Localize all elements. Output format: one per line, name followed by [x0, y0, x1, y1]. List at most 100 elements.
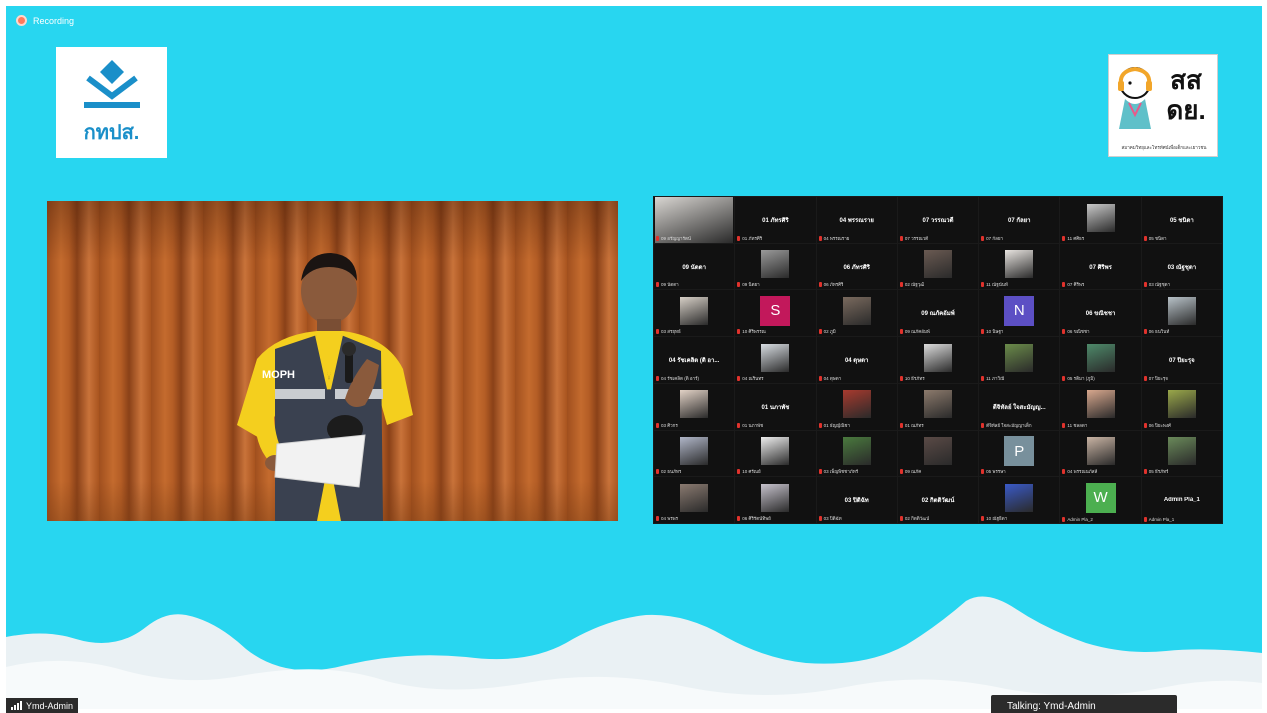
- participant-tile[interactable]: S 10 ศิริพรรณ: [735, 290, 816, 337]
- participant-tile[interactable]: 03 ณัฐชุดา 03 ณัฐชุดา: [1141, 243, 1222, 290]
- participant-video-thumbnail: [1005, 250, 1034, 279]
- participant-tile[interactable]: 09 ณภัคอัมพ์ 09 ณภัคอัมพ์: [897, 290, 979, 337]
- participant-tile[interactable]: 11 ชลลดา: [1060, 383, 1141, 430]
- participant-display-name: 02 กิตติวัฒน์: [921, 498, 955, 505]
- participant-tile[interactable]: 01 ณภัทร: [897, 383, 979, 430]
- participant-label: 01 ณภัทร: [899, 422, 924, 429]
- participant-label-text: 05 พรรษา: [986, 469, 1006, 475]
- participant-label: 09 นัดดา: [656, 281, 679, 288]
- mic-muted-icon: [818, 469, 822, 475]
- participant-tile[interactable]: 04 พรพร: [654, 477, 735, 523]
- participant-tile[interactable]: 04 รัชเคลิต (ดิ อา... 04 รัชเคลิต (ดิ อาร…: [654, 337, 735, 383]
- mic-muted-icon: [818, 235, 822, 241]
- mic-muted-icon: [656, 469, 659, 475]
- participant-tile[interactable]: 07 วรรณวดี 07 วรรณวดี: [897, 197, 979, 243]
- participant-tile[interactable]: W Admin Pla_2: [1060, 477, 1141, 523]
- participant-label: 03 ปิติฉัท: [818, 515, 842, 522]
- participant-tile[interactable]: 02 ธนภัทร: [654, 430, 735, 477]
- participant-tile[interactable]: 04 ณรินทร: [735, 337, 816, 383]
- participant-tile[interactable]: 02 ภูมิ: [816, 290, 897, 337]
- participant-tile[interactable]: 09 ณภัค: [897, 430, 979, 477]
- participant-tile[interactable]: 10 ศรัณย์: [735, 430, 816, 477]
- participant-tile[interactable]: 04 ดุษดา 04 ดุษดา: [816, 337, 897, 383]
- participant-video-thumbnail: [1086, 437, 1115, 466]
- participant-label: Admin Pla_1: [1143, 517, 1175, 522]
- participant-label-text: Admin Pla_1: [1148, 517, 1175, 522]
- recording-indicator[interactable]: Recording: [16, 15, 74, 26]
- participant-tile[interactable]: 04 พรรณนภัสส์: [1060, 430, 1141, 477]
- participant-tile[interactable]: 06 ธนวินท์: [1141, 290, 1222, 337]
- participant-tile[interactable]: 03 เพ็ญพิชชาภัทร์: [816, 430, 897, 477]
- participant-tile[interactable]: 09 อรัญญารัตน์: [654, 197, 735, 243]
- participant-label: 02 กิตติวัฒน์: [899, 515, 929, 522]
- participant-tile[interactable]: 06 ภัทรศิริ 06 ภัทรศิริ: [816, 243, 897, 290]
- participant-display-name: 09 นัดดา: [682, 264, 706, 271]
- participant-tile[interactable]: 03 ศิวกร: [654, 383, 735, 430]
- participant-label-text: 03 ศิวกร: [661, 422, 678, 428]
- participant-video-thumbnail: [761, 343, 790, 372]
- mic-muted-icon: [899, 235, 903, 241]
- mic-muted-icon: [737, 516, 741, 521]
- mic-muted-icon: [818, 516, 822, 521]
- participant-label-text: 06 ภัทรศิริ: [823, 282, 844, 288]
- mic-muted-icon: [899, 375, 903, 381]
- participant-tile[interactable]: 07 กัลยา 07 กัลยา: [979, 197, 1060, 243]
- participant-tile[interactable]: 11 ศศิธร: [1060, 197, 1141, 243]
- participant-tile[interactable]: 06 ปิยะพงศ์: [1141, 383, 1222, 430]
- participant-tile[interactable]: 07 ปิยะรุจ 07 ปิยะรุจ: [1141, 337, 1222, 383]
- participant-tile[interactable]: 02 ณัฐวุฒิ: [897, 243, 979, 290]
- participant-tile[interactable]: 06 ศิริรัตน์ทิพย์: [735, 477, 816, 523]
- participant-label-text: 06 ขณิชชา: [1067, 329, 1090, 335]
- participant-display-name: 06 ขณิชชา: [1085, 311, 1116, 318]
- mic-muted-icon: [656, 329, 659, 335]
- participant-label: 09 อรัญญารัตน์: [656, 235, 691, 242]
- participant-display-name: 06 ภัทรศิริ: [843, 264, 870, 271]
- participant-tile[interactable]: 11 ภาวิณี: [979, 337, 1060, 383]
- participant-video-thumbnail: [1086, 390, 1115, 419]
- nbtc-logo: กทปส.: [56, 47, 167, 158]
- participant-video-thumbnail: [761, 437, 790, 466]
- participant-label: 04 ณรินทร: [737, 375, 764, 382]
- participant-label: 07 กัลยา: [981, 235, 1003, 242]
- mic-muted-icon: [1143, 282, 1147, 288]
- participant-tile[interactable]: 05 ชนิดา 05 ชนิดา: [1141, 197, 1222, 243]
- participant-tile[interactable]: 06 ขณิชชา 06 ขณิชชา: [1060, 290, 1141, 337]
- participant-tile[interactable]: 09 นิตยา: [735, 243, 816, 290]
- participant-video-thumbnail: [1167, 296, 1196, 325]
- participant-label-text: 07 ปิยะรุจ: [1148, 375, 1168, 381]
- participant-tile[interactable]: 05 ธีรภัทร์: [1141, 430, 1222, 477]
- participant-tile[interactable]: 10 ธีรภัทร: [897, 337, 979, 383]
- participant-tile[interactable]: 01 นภาพัช 01 นภาพัช: [735, 383, 816, 430]
- participant-tile[interactable]: 11 ณัฐนันท์: [979, 243, 1060, 290]
- participant-label-text: 10 ศิริพรรณ: [742, 329, 766, 335]
- participant-label: 07 ศิริพร: [1062, 281, 1084, 288]
- participant-video-thumbnail: [1167, 437, 1196, 466]
- participant-tile[interactable]: ดีจิทัลย์ ใจสะมัญญ... ดีจิทัลย์ ใจสะมัญญา…: [979, 383, 1060, 430]
- participant-tile[interactable]: 02 กิตติวัฒน์ 02 กิตติวัฒน์: [897, 477, 979, 523]
- mic-muted-icon: [1062, 235, 1066, 241]
- speaker-video[interactable]: MOPH: [47, 201, 618, 521]
- participant-tile[interactable]: 03 ปิติฉัท 03 ปิติฉัท: [816, 477, 897, 523]
- participant-tile[interactable]: 05 รติมา (ภูมิ): [1060, 337, 1141, 383]
- participant-tile[interactable]: 01 ภัทรศิริ 01 ภัทรศิริ: [735, 197, 816, 243]
- participant-label-text: 03 เพ็ญพิชชาภัทร์: [823, 469, 859, 475]
- participant-tile[interactable]: 09 นัดดา 09 นัดดา: [654, 243, 735, 290]
- participant-tile[interactable]: 10 ณัฐธิดา: [979, 477, 1060, 523]
- participant-label-text: 03 ณัฐชุดา: [1148, 282, 1171, 288]
- participant-label: 06 ศิริรัตน์ทิพย์: [737, 515, 771, 522]
- participant-tile[interactable]: P 05 พรรษา: [979, 430, 1060, 477]
- participant-video-thumbnail: [1086, 343, 1115, 372]
- participant-tile[interactable]: 01 ธัญญ์ณิชา: [816, 383, 897, 430]
- participant-tile[interactable]: Admin Pla_1 Admin Pla_1: [1141, 477, 1222, 523]
- participant-display-name: 05 ชนิดา: [1169, 217, 1194, 224]
- participant-tile[interactable]: 07 ศิริพร 07 ศิริพร: [1060, 243, 1141, 290]
- mic-muted-icon: [737, 282, 741, 288]
- participant-tile[interactable]: 04 พรรณราย 04 พรรณราย: [816, 197, 897, 243]
- signal-strength-icon: [11, 701, 22, 710]
- participant-tile[interactable]: N 10 นิษฐา: [979, 290, 1060, 337]
- participant-label: 04 ดุษดา: [818, 375, 841, 382]
- participant-tile[interactable]: 03 สรยุทธ์: [654, 290, 735, 337]
- mic-muted-icon: [1143, 235, 1147, 241]
- participant-label: 03 เพ็ญพิชชาภัทร์: [818, 468, 859, 475]
- participant-label-text: 05 รติมา (ภูมิ): [1067, 375, 1095, 381]
